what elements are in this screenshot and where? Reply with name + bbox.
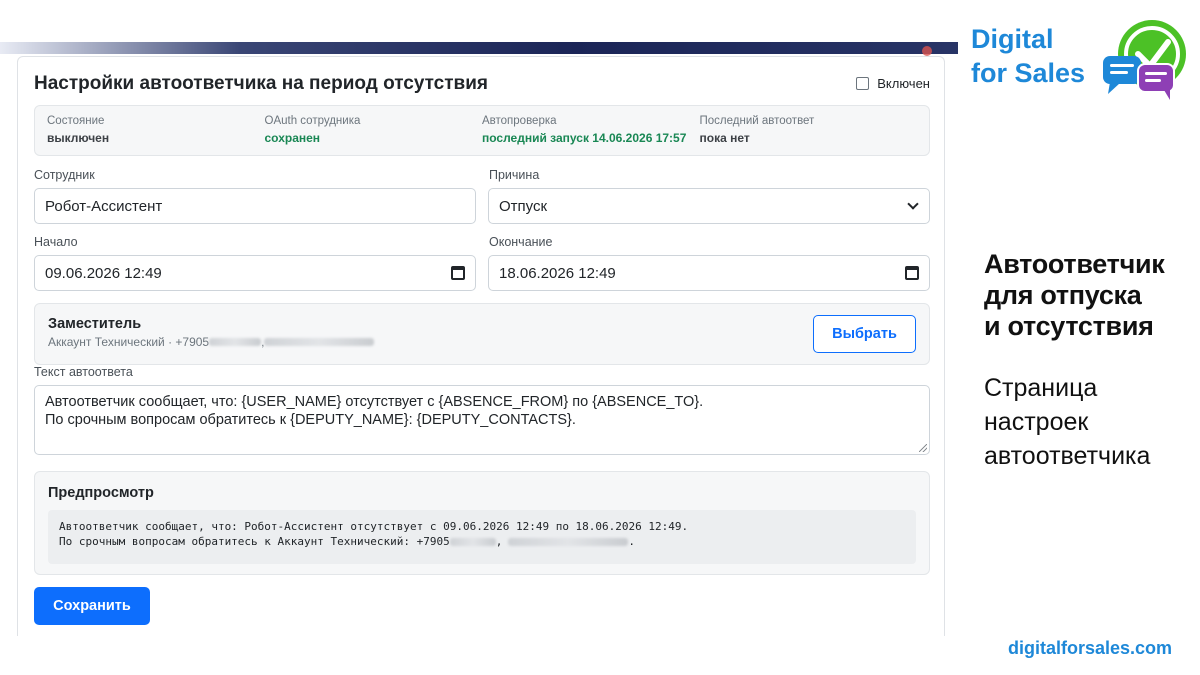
preview-line-2-end: . [628,535,635,548]
reason-select[interactable]: Отпуск [488,188,930,224]
preview-line-2: По срочным вопросам обратитесь к Аккаунт… [59,534,905,549]
status-state-label: Состояние [47,115,105,127]
redacted-phone [449,537,496,546]
browser-top-bar [0,42,958,56]
enabled-label: Включен [877,76,930,91]
reason-value: Отпуск [499,197,548,215]
preview-title: Предпросмотр [48,485,154,501]
status-last-reply-label: Последний автоответ [699,115,815,127]
status-autocheck: Автопроверка последний запуск 14.06.2026… [482,115,700,155]
status-state-value: выключен [47,131,110,145]
start-label: Начало [34,235,78,249]
page-title: Настройки автоответчика на период отсутс… [34,73,489,94]
status-summary: Состояние выключен OAuth сотрудника сохр… [34,105,930,156]
deputy-subtitle: Аккаунт Технический · +7905 , [48,335,375,349]
status-last-reply: Последний автоответ пока нет [700,115,918,155]
clock-chat-logo-icon [1103,20,1186,100]
select-deputy-button[interactable]: Выбрать [813,315,916,353]
website-link[interactable]: digitalforsales.com [1008,638,1172,659]
redacted-phone [209,338,262,346]
status-oauth-label: OAuth сотрудника [264,115,361,127]
sub-line-2: настроек [984,408,1089,436]
reply-text-line-2: По срочным вопросам обратитесь к {DEPUTY… [45,412,576,428]
end-value: 18.06.2026 12:49 [499,264,616,282]
sub-line-1: Страница [984,374,1098,402]
status-oauth: OAuth сотрудника сохранен [265,115,483,155]
employee-label: Сотрудник [34,168,95,182]
preview-line-2-separator: , [495,535,503,548]
preview-line-2-prefix: По срочным вопросам обратитесь к Аккаунт… [59,535,450,548]
brand-line-2: for Sales [971,58,1086,88]
end-datetime-input[interactable]: 18.06.2026 12:49 [488,255,930,291]
employee-value: Робот-Ассистент [45,197,163,215]
employee-input[interactable]: Робот-Ассистент [34,188,476,224]
deputy-contact-prefix: Аккаунт Технический · +7905 [48,335,210,349]
calendar-icon[interactable] [451,266,465,280]
end-label: Окончание [489,235,553,249]
brand-wordmark: Digital for Sales [971,22,1085,90]
redacted-email [508,537,629,546]
calendar-icon[interactable] [905,266,919,280]
window-close-dot[interactable] [922,46,932,56]
save-button[interactable]: Сохранить [34,587,150,625]
deputy-card: Заместитель Аккаунт Технический · +7905 … [34,303,930,365]
sub-line-3: автоответчика [984,442,1151,470]
start-datetime-input[interactable]: 09.06.2026 12:49 [34,255,476,291]
promo-headline: Автоответчик для отпуска и отсутствия [984,249,1165,342]
status-autocheck-label: Автопроверка [482,115,557,127]
start-value: 09.06.2026 12:49 [45,264,162,282]
reply-text-line-1: Автоответчик сообщает, что: {USER_NAME} … [45,394,704,410]
preview-card: Предпросмотр Автоответчик сообщает, что:… [34,471,930,575]
reply-text-area[interactable]: Автоответчик сообщает, что: {USER_NAME} … [34,385,930,455]
headline-line-1: Автоответчик [984,249,1165,279]
preview-box: Автоответчик сообщает, что: Робот-Ассист… [48,510,916,564]
redacted-email [264,338,375,346]
enabled-toggle[interactable]: Включен [856,76,930,91]
chevron-down-icon [907,198,919,210]
reason-label: Причина [489,168,540,182]
status-autocheck-value: последний запуск 14.06.2026 17:57 [482,131,687,145]
headline-line-2: для отпуска [984,280,1142,310]
promo-subheadline: Страница настроек автоответчика [984,371,1150,473]
status-oauth-value: сохранен [264,131,321,145]
autoreply-settings-panel: Настройки автоответчика на период отсутс… [17,56,945,636]
deputy-title: Заместитель [48,316,142,332]
brand-line-1: Digital [971,24,1054,54]
status-state: Состояние выключен [47,115,265,155]
status-last-reply-value: пока нет [699,131,750,145]
headline-line-3: и отсутствия [984,311,1154,341]
resize-handle-icon[interactable] [919,444,927,452]
preview-line-1: Автоответчик сообщает, что: Робот-Ассист… [59,520,689,533]
enabled-checkbox[interactable] [856,77,870,90]
reply-text-label: Текст автоответа [34,365,133,379]
